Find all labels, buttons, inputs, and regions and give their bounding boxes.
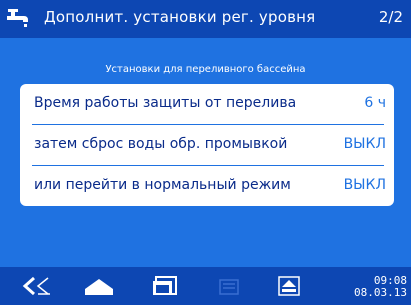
setting-row-overflow-protection-time[interactable]: Время работы защиты от перелива 6 ч	[20, 84, 394, 124]
back-icon[interactable]	[20, 273, 54, 299]
setting-row-backwash-drain[interactable]: затем сброс воды обр. промывкой ВЫКЛ	[20, 125, 394, 165]
setting-label: затем сброс воды обр. промывкой	[34, 136, 288, 152]
header-bar: Дополнит. установки рег. уровня 2/2	[0, 0, 411, 38]
menu-icon[interactable]	[212, 273, 246, 299]
setting-value[interactable]: ВЫКЛ	[344, 136, 386, 152]
screen: Дополнит. установки рег. уровня 2/2 Уста…	[0, 0, 411, 305]
section-subtitle: Установки для переливного бассейна	[105, 64, 306, 75]
setting-value[interactable]: ВЫКЛ	[344, 177, 386, 193]
eject-icon[interactable]	[272, 273, 306, 299]
setting-value[interactable]: 6 ч	[364, 95, 386, 111]
faucet-icon	[7, 9, 28, 27]
setting-row-normal-mode[interactable]: или перейти в нормальный режим ВЫКЛ	[20, 166, 394, 206]
clock: 09:08 08.03.13	[354, 275, 407, 299]
page-title: Дополнит. установки рег. уровня	[44, 8, 316, 26]
footer-bar: 09:08 08.03.13	[0, 267, 411, 305]
windows-icon[interactable]	[148, 273, 182, 299]
settings-panel: Время работы защиты от перелива 6 ч зате…	[20, 84, 394, 206]
setting-label: или перейти в нормальный режим	[34, 177, 291, 193]
clock-date: 08.03.13	[354, 286, 407, 299]
home-icon[interactable]	[82, 273, 116, 299]
page-indicator[interactable]: 2/2	[379, 8, 403, 26]
setting-label: Время работы защиты от перелива	[34, 95, 297, 111]
